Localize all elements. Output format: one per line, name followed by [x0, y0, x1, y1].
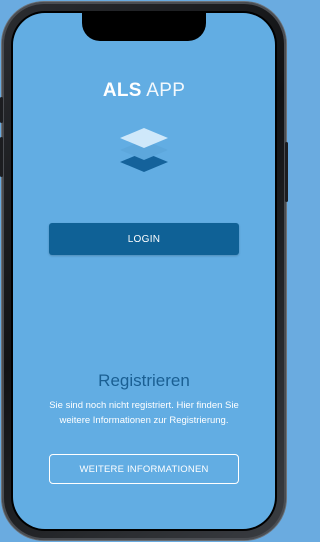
phone-side-button — [285, 142, 288, 202]
phone-side-button — [0, 97, 3, 123]
phone-side-button — [0, 137, 3, 177]
app-screen-mockup: ALS APP LOGIN Registrieren Sie sind noch… — [0, 0, 289, 542]
app-title-bold: ALS — [102, 80, 142, 101]
more-info-button[interactable]: WEITERE INFORMATIONEN — [49, 454, 239, 484]
register-description: Sie sind noch nicht registriert. Hier fi… — [49, 400, 239, 426]
phone-frame: ALS APP LOGIN Registrieren Sie sind noch… — [0, 2, 288, 540]
layers-icon — [118, 126, 170, 174]
register-heading: Registrieren — [98, 371, 190, 390]
app-title-light: APP — [146, 80, 186, 101]
app-title: ALS APP — [13, 80, 275, 102]
phone-notch — [82, 13, 206, 41]
phone-screen: ALS APP LOGIN Registrieren Sie sind noch… — [13, 13, 275, 529]
login-button[interactable]: LOGIN — [49, 223, 239, 255]
